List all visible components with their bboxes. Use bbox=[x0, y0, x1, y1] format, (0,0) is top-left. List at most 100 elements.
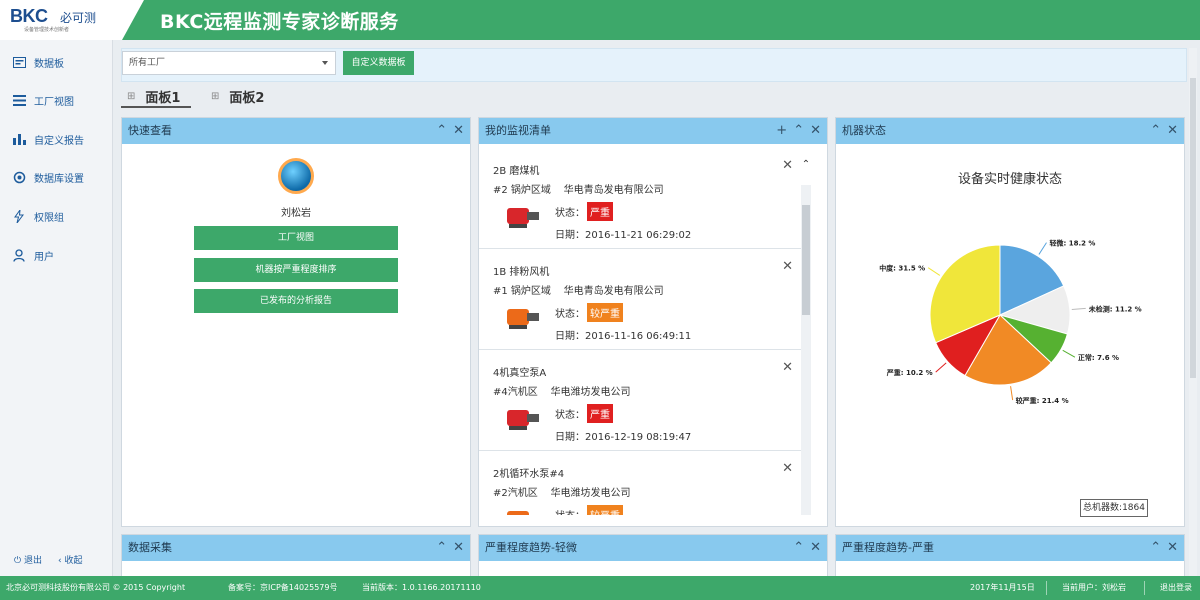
watch-list[interactable]: 2B 磨煤机 #2 锅炉区域 华电青岛发电有限公司 ✕ 状态： 严重 日期：201… bbox=[479, 145, 817, 515]
sidebar-item-database-settings[interactable]: 数据库设置 bbox=[12, 167, 84, 187]
date: 日期：2016-12-19 08:19:47 bbox=[555, 428, 691, 443]
severity-trend-severe-panel: 严重程度趋势-严重 ⌃ ✕ bbox=[835, 534, 1185, 579]
sidebar: 数据板 工厂视图 自定义报告 数据库设置 权限组 用户 ⏻ 退出 ‹ 收起 bbox=[0, 40, 113, 576]
pie-leader-2 bbox=[1062, 349, 1076, 358]
status-label: 状态： bbox=[555, 309, 585, 320]
logo-subtitle: 设备管理技术创新者 bbox=[24, 27, 70, 33]
sidebar-item-users[interactable]: 用户 bbox=[12, 245, 54, 265]
status-badge: 严重 bbox=[587, 404, 613, 423]
machine-location: #4汽机区 华电潍坊发电公司 bbox=[493, 383, 630, 398]
tab-panel-1[interactable]: ⊞ 面板1 bbox=[127, 86, 180, 106]
motor-icon bbox=[507, 410, 539, 430]
collapse-panel-icon[interactable]: ⌃ bbox=[793, 535, 804, 561]
panel-header: 我的监视清单 + ⌃ ✕ bbox=[479, 118, 827, 144]
collapse-panel-icon[interactable]: ⌃ bbox=[793, 118, 804, 144]
machine-status-panel: 机器状态 ⌃ ✕ 设备实时健康状态 轻微: 18.2 % 未检测: 11.2 % 正常… bbox=[835, 117, 1185, 527]
factory-select[interactable]: 所有工厂 bbox=[122, 51, 336, 75]
version: 当前版本：1.0.1166.20171110 bbox=[362, 583, 481, 592]
app-title: BKC远程监测专家诊断服务 bbox=[160, 11, 399, 33]
bar-chart-icon bbox=[12, 132, 26, 146]
chart-title: 设备实时健康状态 bbox=[957, 172, 1062, 187]
collapse-panel-icon[interactable]: ⌃ bbox=[1150, 535, 1161, 561]
machine-location: #1 锅炉区域 华电青岛发电有限公司 bbox=[493, 282, 664, 297]
pie-label-4: 严重: 10.2 % bbox=[886, 368, 933, 377]
published-reports-button[interactable]: 已发布的分析报告 bbox=[194, 289, 398, 313]
avatar bbox=[278, 158, 314, 194]
close-icon[interactable]: ✕ bbox=[453, 535, 464, 561]
watch-list-panel: 我的监视清单 + ⌃ ✕ 2B 磨煤机 #2 锅炉区域 华电青岛发电有限公司 ✕ 状… bbox=[478, 117, 828, 527]
machine-name: 2机循环水泵#4 bbox=[493, 469, 565, 480]
add-icon[interactable]: + bbox=[776, 118, 787, 144]
logo: BKC 必可测 设备管理技术创新者 bbox=[0, 0, 122, 40]
close-icon[interactable]: ✕ bbox=[453, 118, 464, 144]
pie-label-5: 中度: 31.5 % bbox=[879, 264, 925, 273]
machine-name: 1B 排粉风机 bbox=[493, 267, 550, 278]
total-machines-label: 总机器数:1864 bbox=[1080, 499, 1148, 517]
machine-location: #2 锅炉区域 华电青岛发电有限公司 bbox=[493, 181, 664, 196]
list-item[interactable]: 4机真空泵A #4汽机区 华电潍坊发电公司 ✕ 状态： 严重 日期：2016-12… bbox=[479, 350, 801, 451]
tab-panel-2[interactable]: ⊞ 面板2 bbox=[211, 86, 264, 106]
sidebar-item-dashboard[interactable]: 数据板 bbox=[12, 52, 64, 72]
pie-leader-3 bbox=[1010, 386, 1014, 401]
panel-header: 严重程度趋势-严重 ⌃ ✕ bbox=[836, 535, 1184, 561]
factory-view-button[interactable]: 工厂视图 bbox=[194, 226, 398, 250]
logout-button[interactable]: 退出登录 bbox=[1160, 576, 1192, 600]
panel-header: 快速查看 ⌃ ✕ bbox=[122, 118, 470, 144]
copyright: 北京必可测科技股份有限公司 © 2015 Copyright bbox=[6, 583, 186, 592]
close-icon[interactable]: ✕ bbox=[1167, 535, 1178, 561]
close-icon[interactable]: ✕ bbox=[782, 461, 793, 476]
panel-header: 机器状态 ⌃ ✕ bbox=[836, 118, 1184, 144]
date: 日期：2016-11-21 06:29:02 bbox=[555, 226, 691, 241]
sidebar-item-permission-group[interactable]: 权限组 bbox=[12, 206, 64, 226]
custom-dashboard-button[interactable]: 自定义数据板 bbox=[343, 51, 414, 75]
collapse-panel-icon[interactable]: ⌃ bbox=[436, 535, 447, 561]
page-scrollbar-thumb[interactable] bbox=[1190, 78, 1196, 378]
health-pie-chart: 轻微: 18.2 % 未检测: 11.2 % 正常: 7.6 % 较严重: 21.4 … bbox=[879, 239, 1142, 405]
motor-icon bbox=[507, 511, 529, 515]
scrollbar-thumb[interactable] bbox=[802, 205, 810, 315]
scrollbar[interactable] bbox=[801, 185, 811, 515]
user-icon bbox=[12, 248, 26, 262]
collapse-panel-icon[interactable]: ⌃ bbox=[436, 118, 447, 144]
user-name: 刘松岩 bbox=[281, 208, 311, 219]
list-item[interactable]: 2B 磨煤机 #2 锅炉区域 华电青岛发电有限公司 ✕ 状态： 严重 日期：201… bbox=[479, 148, 801, 249]
list-item[interactable]: 2机循环水泵#4 #2汽机区 华电潍坊发电公司 ✕ 状态：较严重 bbox=[479, 451, 801, 515]
list-item[interactable]: 1B 排粉风机 #1 锅炉区域 华电青岛发电有限公司 ✕ 状态： 较严重 日期：2… bbox=[479, 249, 801, 350]
close-icon[interactable]: ✕ bbox=[782, 158, 793, 173]
status-label: 状态： bbox=[555, 507, 585, 515]
close-icon[interactable]: ✕ bbox=[810, 118, 821, 144]
company: 华电青岛发电有限公司 bbox=[563, 286, 664, 297]
main-content: 所有工厂 自定义数据板 ⊞ 面板1 ⊞ 面板2 快速查看 ⌃ ✕ 刘松岩 工厂视图… bbox=[113, 40, 1200, 579]
scroll-up-icon[interactable]: ⌃ bbox=[801, 159, 811, 170]
scroll-down-icon[interactable]: ⌄ bbox=[801, 511, 811, 515]
collapse-link[interactable]: ‹ 收起 bbox=[58, 553, 82, 566]
panel-title: 严重程度趋势-轻微 bbox=[485, 541, 577, 554]
sidebar-item-factory-view[interactable]: 工厂视图 bbox=[12, 90, 74, 110]
close-icon[interactable]: ✕ bbox=[782, 360, 793, 375]
collapse-panel-icon[interactable]: ⌃ bbox=[1150, 118, 1161, 144]
status-label: 状态： bbox=[555, 208, 585, 219]
sidebar-item-label: 权限组 bbox=[34, 212, 64, 224]
machine-location: #2汽机区 华电潍坊发电公司 bbox=[493, 484, 630, 499]
sidebar-item-label: 数据板 bbox=[34, 58, 64, 70]
date-value: 2016-11-21 06:29:02 bbox=[585, 230, 692, 241]
logo-text: BKC bbox=[10, 6, 48, 26]
area: #2汽机区 bbox=[493, 488, 538, 499]
area: #1 锅炉区域 bbox=[493, 286, 551, 297]
close-icon[interactable]: ✕ bbox=[810, 535, 821, 561]
sidebar-item-custom-report[interactable]: 自定义报告 bbox=[12, 129, 84, 149]
date-label: 日期： bbox=[555, 331, 585, 342]
logo-cn: 必可测 bbox=[60, 11, 97, 25]
pie-leader-0 bbox=[1038, 242, 1047, 255]
status-badge: 较严重 bbox=[587, 303, 623, 322]
sidebar-item-label: 自定义报告 bbox=[34, 135, 84, 147]
close-icon[interactable]: ✕ bbox=[1167, 118, 1178, 144]
machines-by-severity-button[interactable]: 机器按严重程度排序 bbox=[194, 258, 398, 282]
status: 状态：较严重 bbox=[555, 303, 623, 322]
close-icon[interactable]: ✕ bbox=[782, 259, 793, 274]
page-scrollbar[interactable] bbox=[1189, 48, 1197, 576]
motor-icon bbox=[507, 309, 539, 329]
data-acquisition-panel: 数据采集 ⌃ ✕ bbox=[121, 534, 471, 579]
logout-link[interactable]: ⏻ 退出 bbox=[14, 553, 42, 566]
sidebar-item-label: 用户 bbox=[34, 251, 54, 263]
